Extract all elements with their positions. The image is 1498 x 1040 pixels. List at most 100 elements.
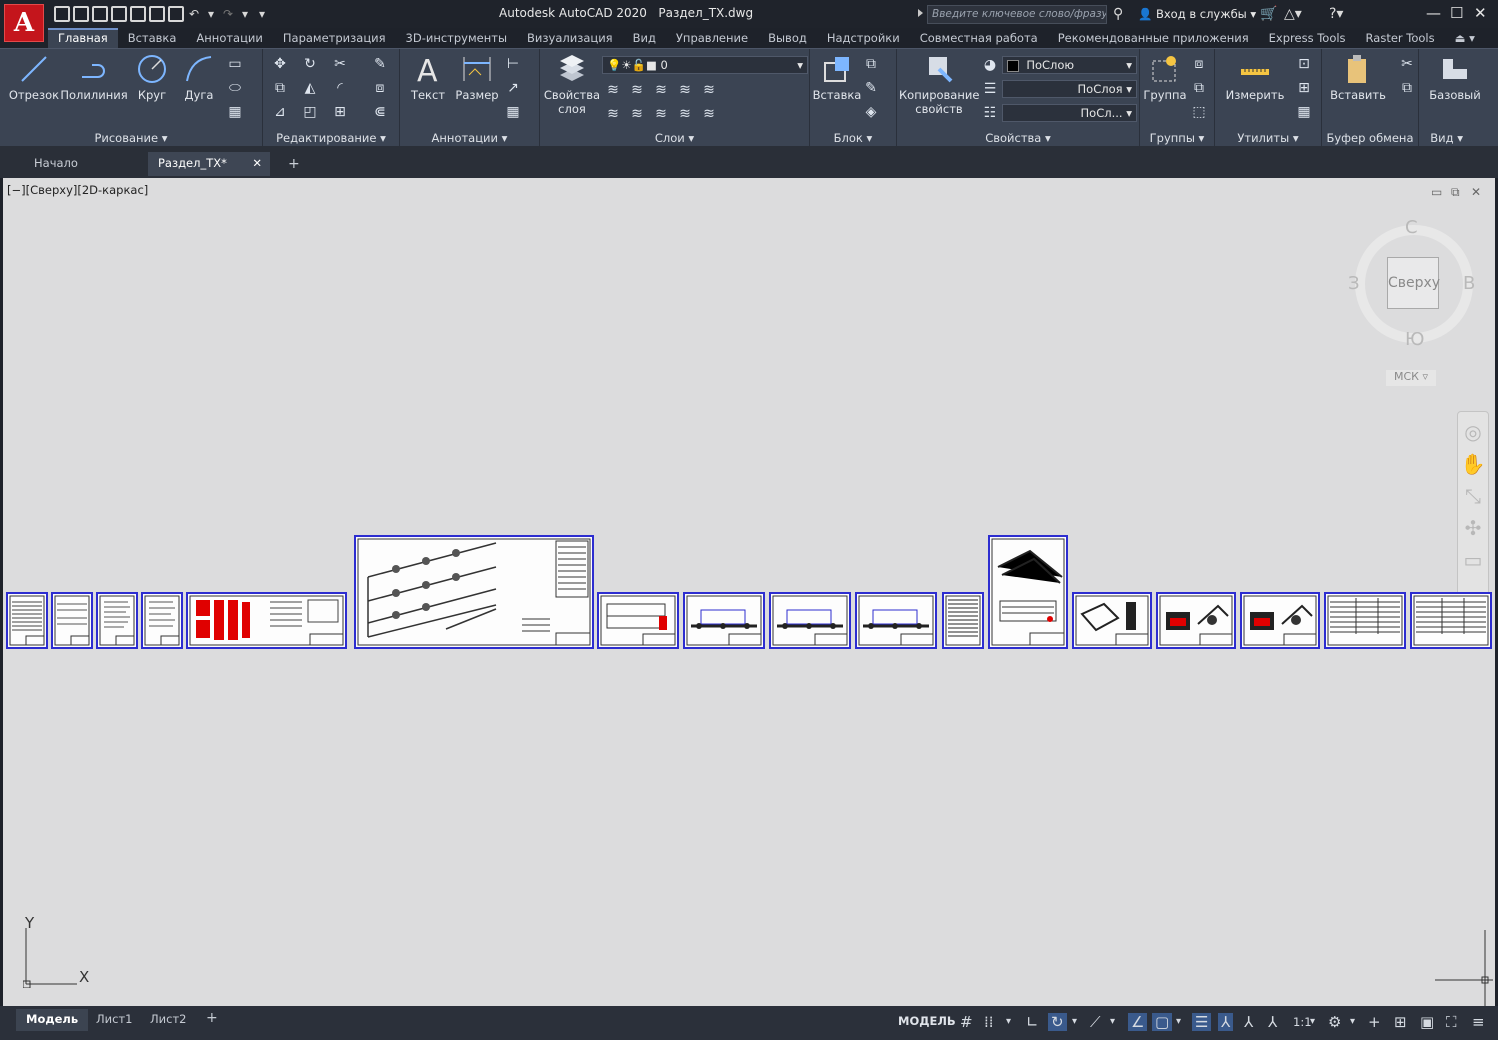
drawing-sheet[interactable] <box>51 592 93 649</box>
dimension-button[interactable]: Размер <box>452 53 502 102</box>
drawing-sheet[interactable] <box>1410 592 1492 649</box>
color-wheel-icon[interactable]: ◕ <box>981 56 999 74</box>
group-edit-icon[interactable]: ⧉ <box>1190 79 1208 97</box>
tab-visualize[interactable]: Визуализация <box>517 28 623 48</box>
annotation-scale-icon[interactable]: ⅄ <box>1268 1013 1277 1031</box>
close-icon[interactable]: ✕ <box>1474 4 1487 22</box>
units-icon[interactable]: ⊞ <box>1394 1013 1407 1031</box>
ungroup-icon[interactable]: ⧈ <box>1190 55 1208 73</box>
layer-dropdown[interactable]: 💡☀🔓■ 0 ▾ <box>602 56 808 74</box>
tab-output[interactable]: Вывод <box>758 28 817 48</box>
gradient-icon[interactable]: ▦ <box>226 103 244 121</box>
drawing-sheet[interactable] <box>1240 592 1320 649</box>
tab-start[interactable]: Начало <box>24 152 144 176</box>
group-button[interactable]: Группа <box>1142 53 1188 102</box>
mirror-icon[interactable]: ◭ <box>301 79 319 97</box>
id-point-icon[interactable]: ⊞ <box>1295 79 1313 97</box>
layer-properties-button[interactable]: Свойства слоя <box>542 53 602 116</box>
cut-icon[interactable]: ✂ <box>1398 55 1416 73</box>
ribbon-minimize-icon[interactable]: ⏏ ▾ <box>1445 28 1485 48</box>
close-tab-icon[interactable]: ✕ <box>252 156 262 170</box>
color-dropdown[interactable]: ПоСлою ▾ <box>1002 56 1137 74</box>
annotation-monitor-icon[interactable]: + <box>1368 1013 1381 1031</box>
tab-model[interactable]: Модель <box>16 1009 89 1031</box>
layer-unlock-icon[interactable]: ≋ <box>676 105 694 123</box>
lineweight-dropdown[interactable]: ПоСл... ▾ <box>1002 104 1137 122</box>
linetype-dropdown[interactable]: ПоСлоя ▾ <box>1002 80 1137 98</box>
panel-layers-label[interactable]: Слои ▾ <box>540 131 809 145</box>
add-layout-icon[interactable]: + <box>196 1007 228 1029</box>
panel-draw-label[interactable]: Рисование ▾ <box>0 131 262 145</box>
autodesk-a360-icon[interactable]: △▾ <box>1284 6 1302 22</box>
customization-menu-icon[interactable]: ≡ <box>1472 1013 1485 1031</box>
save-as-icon[interactable] <box>111 6 127 22</box>
open-file-icon[interactable] <box>73 6 89 22</box>
viewport-controls-label[interactable]: [−][Сверху][2D-каркас] <box>7 183 148 197</box>
rectangle-icon[interactable]: ▭ <box>226 55 244 73</box>
drawing-sheet-isometric[interactable] <box>354 535 594 649</box>
tab-view[interactable]: Вид <box>623 28 666 48</box>
search-input[interactable]: Введите ключевое слово/фразу <box>927 5 1107 24</box>
layer-match-icon[interactable]: ≋ <box>604 105 622 123</box>
fillet-icon[interactable]: ◜ <box>331 79 349 97</box>
workspace-dropdown-icon[interactable]: ▾ <box>1350 1016 1355 1027</box>
new-file-icon[interactable] <box>54 6 70 22</box>
clean-screen-icon[interactable]: ⛶ <box>1446 1013 1457 1031</box>
viewport-restore-icon[interactable]: ⧉ <box>1451 185 1460 200</box>
lineweight-toggle-icon[interactable]: ☰ <box>1192 1013 1212 1031</box>
isodraft-icon[interactable]: ⟋ <box>1090 1013 1101 1031</box>
drawing-sheet[interactable] <box>597 592 679 649</box>
copy-clip-icon[interactable]: ⧉ <box>1398 79 1416 97</box>
viewcube-top-face[interactable]: Сверху <box>1387 257 1440 309</box>
tab-insert[interactable]: Вставка <box>118 28 187 48</box>
base-view-button[interactable]: Базовый <box>1425 53 1485 102</box>
minimize-icon[interactable]: — <box>1426 4 1441 22</box>
text-button[interactable]: A Текст <box>406 53 450 102</box>
tab-3d-tools[interactable]: 3D-инструменты <box>396 28 518 48</box>
drawing-sheet[interactable] <box>1072 592 1152 649</box>
redo-icon[interactable]: ↷ <box>221 6 235 22</box>
offset-icon[interactable]: ⋐ <box>371 103 389 121</box>
edit-block-icon[interactable]: ✎ <box>862 79 880 97</box>
line-button[interactable]: Отрезок <box>8 53 60 102</box>
snap-icon[interactable]: ⁞⁞ <box>984 1013 994 1031</box>
steering-wheel-icon[interactable]: ◎ <box>1458 420 1488 444</box>
trim-icon[interactable]: ✂ <box>331 55 349 73</box>
tab-parametric[interactable]: Параметризация <box>273 28 396 48</box>
tab-manage[interactable]: Управление <box>666 28 758 48</box>
attribute-icon[interactable]: ◈ <box>862 103 880 121</box>
insert-block-button[interactable]: Вставка <box>812 53 862 102</box>
lineweight-icon[interactable]: ☷ <box>981 104 999 122</box>
ortho-icon[interactable]: ∟ <box>1026 1013 1039 1031</box>
tab-raster-tools[interactable]: Raster Tools <box>1356 28 1445 48</box>
panel-groups-label[interactable]: Группы ▾ <box>1140 131 1214 145</box>
tab-home[interactable]: Главная <box>48 28 118 48</box>
scale-dropdown-icon[interactable]: ▾ <box>1310 1016 1315 1027</box>
drawing-sheet[interactable] <box>769 592 851 649</box>
zoom-icon[interactable]: ⤡ <box>1458 484 1488 508</box>
search-expand-icon[interactable] <box>918 9 923 17</box>
circle-button[interactable]: Круг <box>130 53 174 102</box>
erase-icon[interactable]: ✎ <box>371 55 389 73</box>
drawing-sheet[interactable] <box>855 592 937 649</box>
polar-dropdown-icon[interactable]: ▾ <box>1072 1016 1077 1027</box>
save-icon[interactable] <box>92 6 108 22</box>
autocad-logo-button[interactable]: A <box>4 4 44 42</box>
hatch-icon[interactable]: ⬭ <box>226 79 244 97</box>
layer-off-icon[interactable]: ≋ <box>604 81 622 99</box>
leader-icon[interactable]: ↗ <box>504 79 522 97</box>
tab-addins[interactable]: Надстройки <box>817 28 910 48</box>
layer-walk-icon[interactable]: ≋ <box>700 105 718 123</box>
pan-icon[interactable]: ✋ <box>1458 452 1488 476</box>
panel-utilities-label[interactable]: Утилиты ▾ <box>1215 131 1321 145</box>
annotation-visibility-icon[interactable]: ⅄ <box>1218 1013 1234 1031</box>
object-snap-icon[interactable]: ▢ <box>1152 1013 1173 1031</box>
group-select-icon[interactable]: ⬚ <box>1190 103 1208 121</box>
quick-properties-icon[interactable]: ▣ <box>1420 1013 1434 1031</box>
linetype-icon[interactable]: ☰ <box>981 80 999 98</box>
tab-layout2[interactable]: Лист2 <box>140 1009 196 1031</box>
model-space-toggle[interactable]: МОДЕЛЬ <box>898 1014 956 1028</box>
save-web-icon[interactable] <box>149 6 165 22</box>
layer-freeze-icon[interactable]: ≋ <box>652 81 670 99</box>
layer-current-icon[interactable]: ≋ <box>700 81 718 99</box>
